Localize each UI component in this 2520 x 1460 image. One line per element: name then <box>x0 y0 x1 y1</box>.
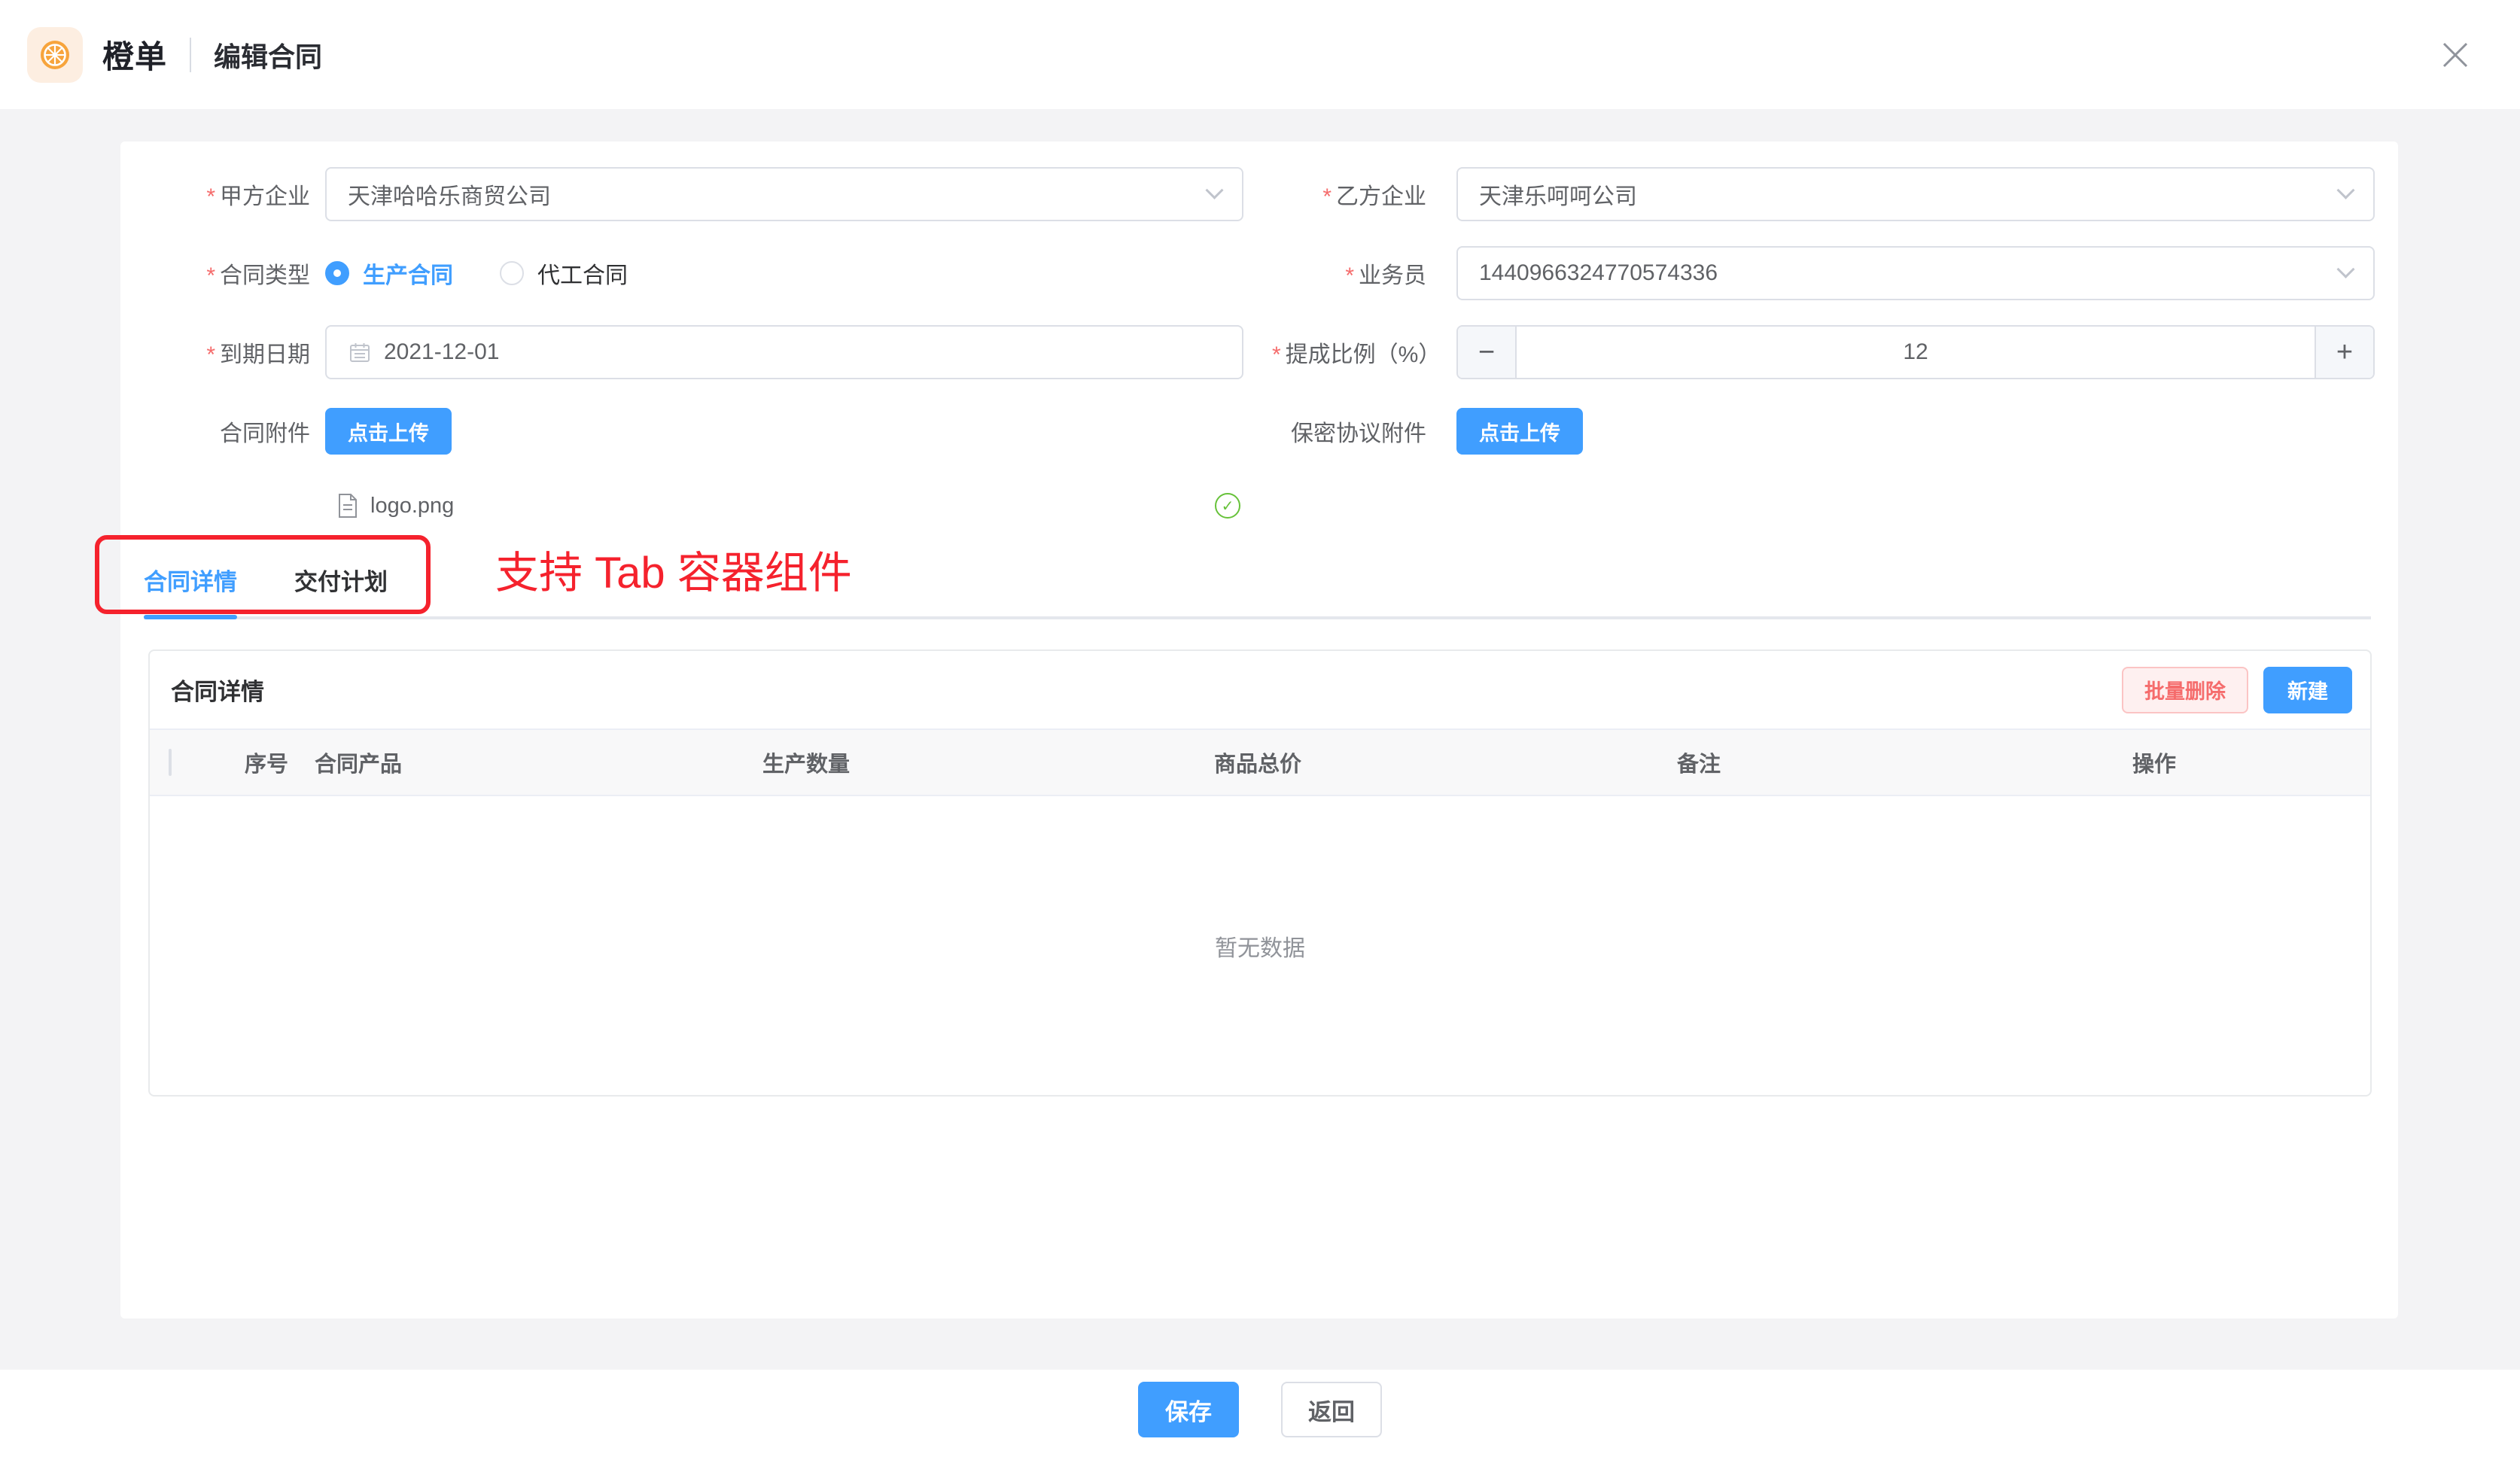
detail-toolbar: 合同详情 批量删除 新建 <box>150 651 2370 728</box>
column-header-quantity: 生产数量 <box>744 747 1196 778</box>
radio-unselected-icon <box>500 261 524 285</box>
form-row-type-salesman: *合同类型 生产合同 代工合同 *业务员 1440966324770 <box>120 246 2398 300</box>
radio-oem-contract[interactable]: 代工合同 <box>500 257 628 290</box>
batch-delete-button[interactable]: 批量删除 <box>2122 667 2248 713</box>
edit-contract-card: *甲方企业 天津哈哈乐商贸公司 *乙方企业 天津乐呵呵公司 <box>120 141 2398 1319</box>
party-a-label: *甲方企业 <box>120 178 310 211</box>
column-header-product: 合同产品 <box>297 747 744 778</box>
party-a-value: 天津哈哈乐商贸公司 <box>348 178 1208 211</box>
form-row-attachments: 合同附件 点击上传 保密协议附件 点击上传 <box>120 404 2398 458</box>
page-title: 编辑合同 <box>214 35 322 75</box>
nda-attachment-label: 保密协议附件 <box>1272 415 1426 448</box>
orange-icon <box>37 37 73 73</box>
select-all-checkbox[interactable] <box>169 749 172 776</box>
title-divider <box>190 38 191 72</box>
upload-success-icon: ✓ <box>1215 493 1240 519</box>
form-row-companies: *甲方企业 天津哈哈乐商贸公司 *乙方企业 天津乐呵呵公司 <box>120 167 2398 221</box>
contract-upload-button[interactable]: 点击上传 <box>325 408 452 455</box>
file-name: logo.png <box>370 494 454 519</box>
required-star: * <box>206 184 215 209</box>
footer-action-bar: 保存 返回 <box>0 1370 2520 1460</box>
required-star: * <box>206 263 215 288</box>
column-header-index: 序号 <box>218 747 297 778</box>
chevron-down-icon <box>2336 260 2354 278</box>
stepper-decrease-button[interactable]: − <box>1458 327 1517 378</box>
commission-stepper: − 12 + <box>1456 325 2375 379</box>
contract-detail-panel: 合同详情 批量删除 新建 序号 合同产品 生产数量 商品总价 备注 操作 暂无数… <box>148 649 2372 1097</box>
file-document-icon <box>337 493 358 519</box>
annotation-text: 支持 Tab 容器组件 <box>495 537 852 601</box>
tab-contract-detail[interactable]: 合同详情 <box>144 554 237 616</box>
form-row-date-commission: *到期日期 2021-12-01 <box>120 325 2398 379</box>
tab-delivery-plan[interactable]: 交付计划 <box>294 554 388 616</box>
radio-label: 生产合同 <box>363 257 453 290</box>
close-icon <box>2438 38 2473 72</box>
close-button[interactable] <box>2433 32 2478 78</box>
required-star: * <box>1322 184 1332 209</box>
main-area: *甲方企业 天津哈哈乐商贸公司 *乙方企业 天津乐呵呵公司 <box>0 109 2520 1370</box>
radio-production-contract[interactable]: 生产合同 <box>325 257 453 290</box>
required-star: * <box>206 342 215 367</box>
contract-type-label: *合同类型 <box>120 257 310 290</box>
brand-name: 橙单 <box>102 32 167 78</box>
expire-date-value: 2021-12-01 <box>384 339 499 365</box>
required-star: * <box>1272 342 1281 367</box>
create-button[interactable]: 新建 <box>2263 667 2352 713</box>
party-b-value: 天津乐呵呵公司 <box>1479 178 2339 211</box>
column-header-note: 备注 <box>1659 747 2114 778</box>
salesman-value: 1440966324770574336 <box>1479 260 2339 286</box>
expire-date-input[interactable]: 2021-12-01 <box>325 325 1243 379</box>
uploaded-file-item[interactable]: logo.png ✓ <box>325 483 1243 528</box>
chevron-down-icon <box>1205 181 1223 199</box>
required-star: * <box>1345 263 1354 288</box>
party-b-select[interactable]: 天津乐呵呵公司 <box>1456 167 2375 221</box>
commission-value[interactable]: 12 <box>1517 327 2315 378</box>
nda-upload-button[interactable]: 点击上传 <box>1456 408 1583 455</box>
calendar-icon <box>348 340 372 364</box>
column-header-actions: 操作 <box>2114 747 2370 778</box>
top-bar: 橙单 编辑合同 <box>0 0 2520 109</box>
radio-selected-icon <box>325 261 349 285</box>
table-header-row: 序号 合同产品 生产数量 商品总价 备注 操作 <box>150 728 2370 796</box>
contract-attachment-label: 合同附件 <box>120 415 310 448</box>
chevron-down-icon <box>2336 181 2354 199</box>
salesman-label: *业务员 <box>1272 257 1426 290</box>
back-button[interactable]: 返回 <box>1281 1382 1382 1437</box>
stepper-increase-button[interactable]: + <box>2315 327 2373 378</box>
column-header-total-price: 商品总价 <box>1196 747 1659 778</box>
app-logo <box>27 27 83 83</box>
empty-state-text: 暂无数据 <box>150 796 2370 1095</box>
contract-type-radio-group: 生产合同 代工合同 <box>325 257 674 290</box>
salesman-select[interactable]: 1440966324770574336 <box>1456 246 2375 300</box>
tab-bar: 合同详情 交付计划 <box>144 554 2371 619</box>
commission-label: *提成比例（%） <box>1272 336 1426 369</box>
save-button[interactable]: 保存 <box>1138 1382 1239 1437</box>
party-b-label: *乙方企业 <box>1272 178 1426 211</box>
expire-date-label: *到期日期 <box>120 336 310 369</box>
detail-section-title: 合同详情 <box>171 673 2122 707</box>
party-a-select[interactable]: 天津哈哈乐商贸公司 <box>325 167 1243 221</box>
radio-label: 代工合同 <box>537 257 628 290</box>
